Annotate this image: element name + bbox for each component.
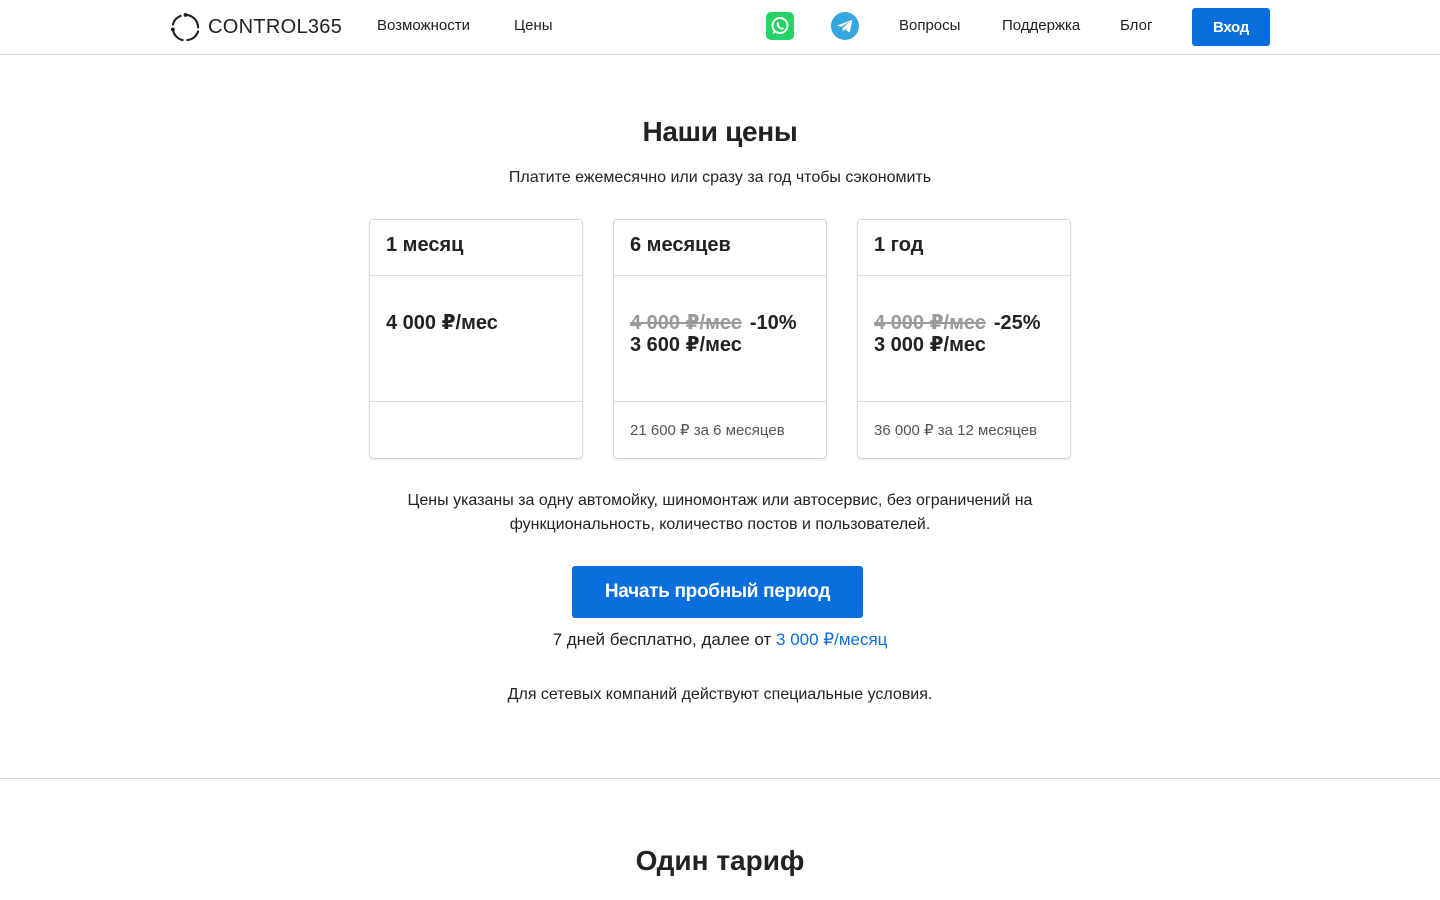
plan-total: [370, 402, 582, 458]
login-button[interactable]: Вход: [1192, 8, 1270, 46]
plan-name: 1 месяц: [370, 220, 582, 276]
plan-price-block: 4 000 ₽/мес -25% 3 000 ₽/мес: [858, 276, 1070, 402]
plan-old-price: 4 000 ₽/мес: [630, 312, 742, 334]
plan-price: 3 000 ₽/мес: [874, 334, 986, 356]
logo-text: CONTROL365: [208, 15, 343, 38]
plan-price: 3 600 ₽/мес: [630, 334, 742, 356]
network-note: Для сетевых компаний действуют специальн…: [507, 686, 933, 703]
pricing-note: Цены указаны за одну автомойку, шиномонт…: [407, 492, 1033, 533]
plan-price-block: 4 000 ₽/мес: [370, 276, 582, 402]
site-header: CONTROL365 Возможности Цены Вопросы Подд…: [0, 0, 1440, 55]
logo-link[interactable]: CONTROL365: [170, 11, 342, 43]
plan-total: 21 600 ₽ за 6 месяцев: [630, 422, 785, 439]
section-divider: [0, 778, 1440, 779]
telegram-icon[interactable]: [831, 12, 859, 40]
nav-link-support[interactable]: Поддержка: [1002, 17, 1080, 34]
nav-link-faq[interactable]: Вопросы: [899, 17, 960, 34]
plan-name: 1 год: [858, 220, 1070, 276]
plan-total: 36 000 ₽ за 12 месяцев: [874, 422, 1038, 439]
plan-card-1-year: 1 год 4 000 ₽/мес -25% 3 000 ₽/мес 36 000…: [857, 219, 1071, 459]
logo-icon: [170, 12, 201, 43]
plan-discount: -10%: [749, 312, 797, 334]
plan-name: 6 месяцев: [614, 220, 826, 276]
plan-discount: -25%: [993, 312, 1041, 334]
start-trial-button[interactable]: Начать пробный период: [572, 566, 863, 618]
pricing-subtitle: Платите ежемесячно или сразу за год чтоб…: [508, 169, 932, 186]
trial-info: 7 дней бесплатно, далее от 3 000 ₽/месяц: [0, 630, 1440, 650]
nav-link-features[interactable]: Возможности: [377, 17, 470, 34]
plan-old-price: 4 000 ₽/мес: [874, 312, 986, 334]
plan-price: 4 000 ₽/мес: [386, 312, 498, 334]
nav-link-blog[interactable]: Блог: [1120, 17, 1152, 34]
nav-link-prices[interactable]: Цены: [514, 17, 553, 34]
plan-card-6-months: 6 месяцев 4 000 ₽/мес -10% 3 600 ₽/мес 21…: [613, 219, 827, 459]
trial-info-text: 7 дней бесплатно, далее от: [552, 630, 777, 649]
trial-price-link[interactable]: 3 000 ₽/месяц: [776, 630, 887, 649]
plan-price-block: 4 000 ₽/мес -10% 3 600 ₽/мес: [614, 276, 826, 402]
pricing-title: Наши цены: [642, 116, 798, 147]
tariff-title: Один тариф: [635, 845, 805, 876]
plan-card-1-month: 1 месяц 4 000 ₽/мес: [369, 219, 583, 459]
whatsapp-icon[interactable]: [766, 12, 794, 40]
